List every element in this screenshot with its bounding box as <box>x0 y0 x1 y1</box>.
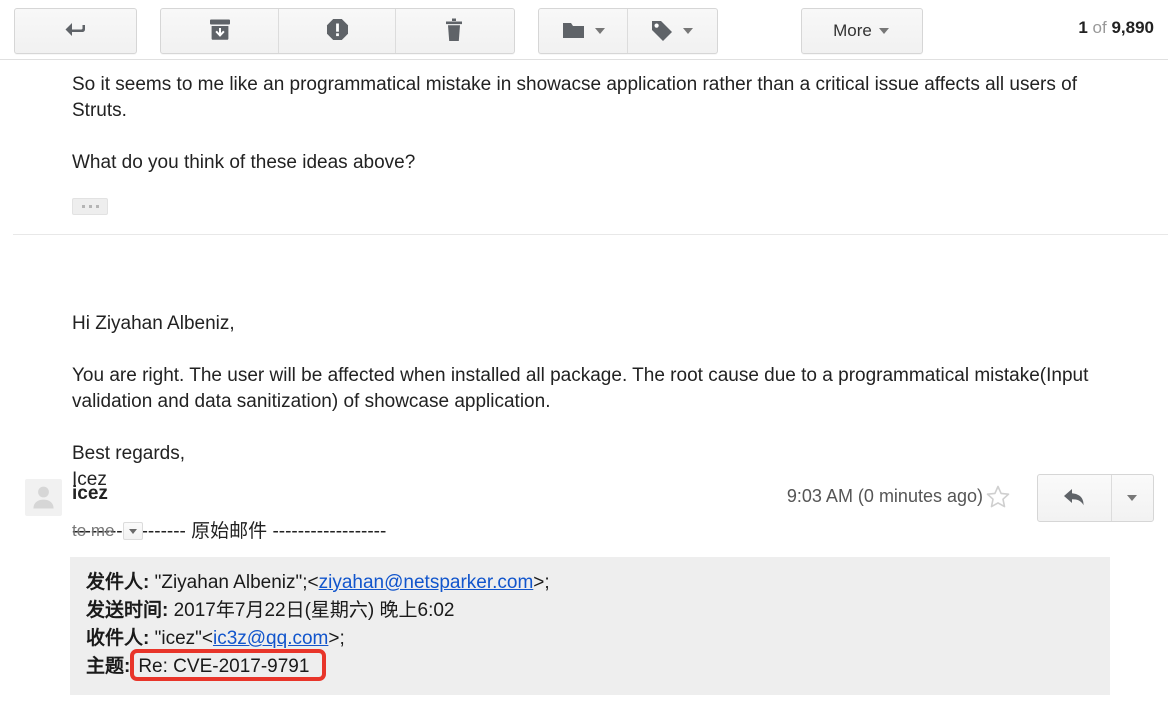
chevron-down-icon <box>128 528 137 534</box>
quote-to-line: 收件人: "icez"<ic3z@qq.com>; <box>86 625 1110 653</box>
reply-arrow-icon <box>1061 485 1089 512</box>
conversation-body: So it seems to me like an programmatical… <box>0 60 1168 695</box>
quote-to-prefix: "icez"< <box>149 628 213 649</box>
quote-date-value: 2017年7月22日(星期六) 晚上6:02 <box>168 600 455 621</box>
body-signoff: Best regards, <box>72 443 185 464</box>
toolbar-group-more: More <box>801 8 923 54</box>
quote-to-suffix: >; <box>328 628 345 649</box>
counter-current: 1 <box>1078 18 1088 37</box>
tag-icon <box>650 19 674 44</box>
archive-icon <box>209 18 231 44</box>
toolbar-group-organize <box>538 8 718 54</box>
toolbar-group-back <box>14 8 137 54</box>
more-button-label: More <box>833 21 872 40</box>
message-timestamp: 9:03 AM (0 minutes ago) <box>786 486 983 506</box>
quote-date-label: 发送时间: <box>86 600 169 621</box>
folder-icon <box>562 20 586 43</box>
chevron-down-icon <box>683 28 693 34</box>
message-header: icez to me 9:03 AM (0 minutes ago) <box>0 235 1168 540</box>
quote-from-label: 发件人: <box>86 572 150 593</box>
message-counter: 1 of 9,890 <box>1078 18 1154 38</box>
sender-block: icez <box>72 483 108 505</box>
recipients-line: to me <box>72 521 143 541</box>
body-paragraph-1: You are right. The user will be affected… <box>72 365 1089 412</box>
labels-button[interactable] <box>627 9 715 53</box>
ellipsis-dot-icon <box>88 205 92 208</box>
counter-separator: of <box>1092 18 1107 37</box>
quote-subject-value: Re: CVE-2017-9791 <box>138 656 310 677</box>
previous-message-paragraph-2: What do you think of these ideas above? <box>72 152 416 173</box>
quote-subject-label: 主题: <box>86 656 131 677</box>
chevron-down-icon <box>594 28 605 34</box>
quote-subject-wrapper: Re: CVE-2017-9791 <box>130 649 327 681</box>
previous-message-paragraph-1: So it seems to me like an programmatical… <box>72 74 1077 121</box>
quoted-message-headers: 发件人: "Ziyahan Albeniz";<ziyahan@netspark… <box>70 557 1110 695</box>
reply-button[interactable] <box>1038 475 1111 521</box>
message-more-options-button[interactable] <box>1111 475 1152 521</box>
report-spam-icon <box>326 18 349 44</box>
chevron-down-icon <box>878 28 889 34</box>
message-toolbar: More 1 of 9,890 <box>0 0 1168 60</box>
toolbar-group-actions <box>160 8 515 54</box>
move-to-button[interactable] <box>539 9 627 53</box>
report-spam-button[interactable] <box>278 9 395 53</box>
archive-button[interactable] <box>161 9 278 53</box>
body-greeting: Hi Ziyahan Albeniz, <box>72 313 235 334</box>
quote-from-line: 发件人: "Ziyahan Albeniz";<ziyahan@netspark… <box>86 569 1110 597</box>
quote-from-suffix: >; <box>533 572 550 593</box>
ellipsis-dot-icon <box>95 205 99 208</box>
delete-button[interactable] <box>395 9 512 53</box>
more-button[interactable]: More <box>802 9 920 53</box>
sender-name: icez <box>72 483 108 504</box>
recipient-details-toggle[interactable] <box>122 522 143 540</box>
recipients-text: to me <box>72 521 115 540</box>
quote-from-email-link[interactable]: ziyahan@netsparker.com <box>319 572 534 593</box>
message-body: Hi Ziyahan Albeniz, You are right. The u… <box>0 311 1168 493</box>
avatar <box>25 479 62 516</box>
previous-message-body: So it seems to me like an programmatical… <box>0 60 1168 215</box>
reply-button-group <box>1037 474 1154 522</box>
trash-icon <box>444 18 464 45</box>
quote-date-line: 发送时间: 2017年7月22日(星期六) 晚上6:02 <box>86 597 1110 625</box>
back-to-inbox-button[interactable] <box>15 9 134 53</box>
counter-total: 9,890 <box>1111 18 1154 37</box>
quote-to-label: 收件人: <box>86 628 150 649</box>
back-arrow-icon <box>62 19 88 44</box>
ellipsis-dot-icon <box>81 205 85 208</box>
chevron-down-icon <box>1127 495 1137 501</box>
show-trimmed-content-button[interactable] <box>72 198 108 215</box>
quote-separator: ------------------ 原始邮件 ----------------… <box>72 521 387 542</box>
quote-subject-line: 主题: Re: CVE-2017-9791 <box>86 649 1110 681</box>
quote-from-prefix: "Ziyahan Albeniz";< <box>149 572 319 593</box>
star-button[interactable] <box>985 484 1011 515</box>
quote-to-email-link[interactable]: ic3z@qq.com <box>213 628 328 649</box>
